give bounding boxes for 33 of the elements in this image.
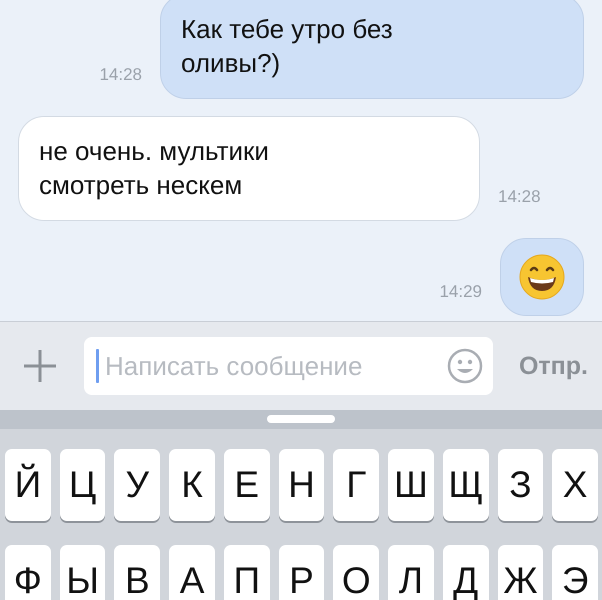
keyboard-key[interactable]: З [498, 449, 544, 521]
keyboard-key[interactable]: Ф [5, 545, 51, 600]
message-bubble: не очень. мультики смотреть нескем [18, 116, 480, 221]
keyboard-key[interactable]: Н [278, 449, 324, 521]
keyboard-key[interactable]: У [114, 449, 160, 521]
message-time: 14:28 [498, 187, 541, 208]
smiley-icon[interactable] [446, 348, 483, 384]
keyboard-key[interactable]: Х [552, 449, 598, 521]
keyboard-key[interactable]: Ш [388, 449, 434, 521]
keyboard-key[interactable]: Й [5, 449, 51, 521]
keyboard-key[interactable]: Щ [442, 449, 489, 521]
message-time: 14:28 [99, 65, 142, 86]
message-bubble: Как тебе утро без оливы?) [160, 0, 584, 99]
keyboard-key[interactable]: Л [388, 545, 434, 600]
keyboard-key[interactable]: Ы [60, 545, 106, 600]
keyboard-key[interactable]: Е [224, 449, 270, 521]
message-time: 14:29 [439, 282, 482, 303]
keyboard-key[interactable]: Р [278, 545, 324, 600]
keyboard-key[interactable]: Ц [60, 449, 106, 521]
keyboard-key[interactable]: О [333, 545, 380, 600]
keyboard-key[interactable]: Э [552, 545, 598, 600]
plus-icon[interactable] [22, 348, 58, 384]
keyboard-key[interactable]: А [169, 545, 215, 600]
keyboard-key[interactable]: Ж [498, 545, 544, 600]
message-input-field[interactable]: Написать сообщение [105, 350, 441, 382]
keyboard-key[interactable]: П [224, 545, 270, 600]
message-composer-field[interactable]: Написать сообщение [84, 337, 493, 395]
grinning-face-icon [518, 253, 566, 301]
drag-handle[interactable] [267, 415, 335, 423]
text-cursor [96, 349, 99, 383]
keyboard-key[interactable]: Г [333, 449, 380, 521]
keyboard-key[interactable]: В [114, 545, 160, 600]
keyboard-key[interactable]: К [169, 449, 215, 521]
